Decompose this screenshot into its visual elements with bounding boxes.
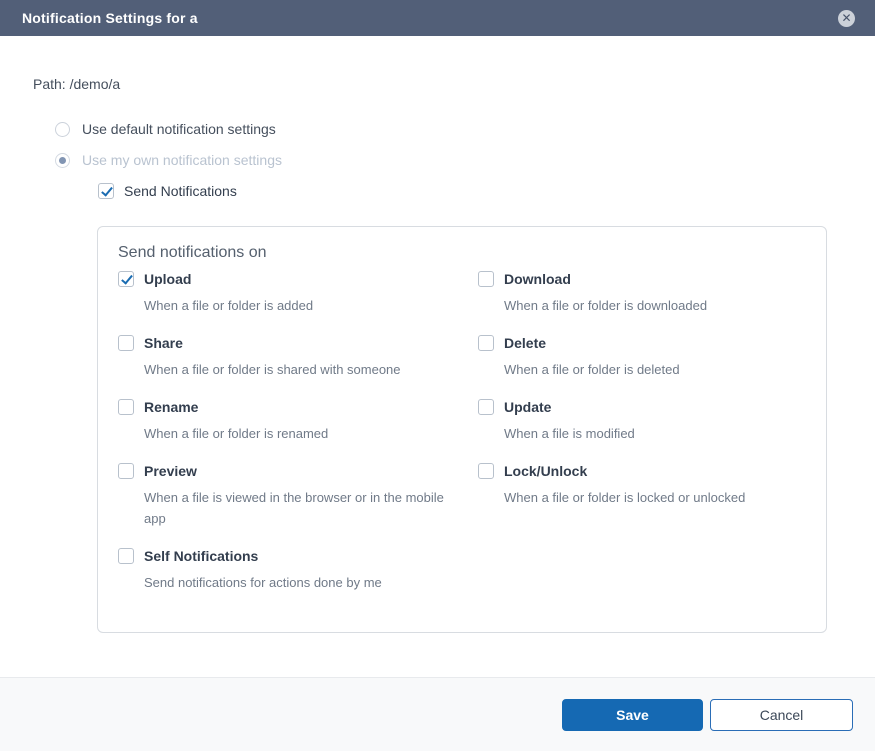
checkbox-icon[interactable] <box>118 463 134 480</box>
dialog-footer: Save Cancel <box>0 677 875 751</box>
notify-item-description: When a file or folder is locked or unloc… <box>504 490 746 506</box>
dialog-title: Notification Settings for a <box>22 10 198 26</box>
notify-item-share: Share When a file or folder is shared wi… <box>118 335 478 380</box>
checkbox-icon[interactable] <box>478 271 494 287</box>
cancel-button[interactable]: Cancel <box>710 698 853 731</box>
notify-item-row[interactable]: Rename <box>118 399 463 416</box>
notify-item-row[interactable]: Lock/Unlock <box>478 463 791 480</box>
radio-use-own-settings[interactable]: Use my own notification settings <box>55 152 875 168</box>
save-button[interactable]: Save <box>562 698 703 731</box>
panel-title: Send notifications on <box>118 244 267 261</box>
dialog-body: Path: /demo/a Use default notification s… <box>0 36 875 633</box>
radio-label: Use my own notification settings <box>82 152 282 168</box>
radio-icon[interactable] <box>55 121 70 137</box>
notify-item-description: When a file or folder is downloaded <box>504 298 708 313</box>
radio-icon[interactable] <box>55 152 70 168</box>
checkbox-icon[interactable] <box>478 335 494 352</box>
settings-mode-radio-group: Use default notification settings Use my… <box>55 121 875 168</box>
radio-use-default-settings[interactable]: Use default notification settings <box>55 121 875 137</box>
radio-label: Use default notification settings <box>82 121 276 137</box>
notify-item-upload: Upload When a file or folder is added <box>118 271 478 316</box>
send-notifications-label: Send Notifications <box>124 183 237 199</box>
checkbox-icon[interactable] <box>118 335 134 352</box>
notify-item-description: When a file or folder is shared with som… <box>144 362 401 378</box>
notify-item-label: Preview <box>144 463 197 480</box>
notify-item-rename: Rename When a file or folder is renamed <box>118 399 478 444</box>
notify-item-description: When a file is modified <box>504 426 635 442</box>
notify-item-label: Update <box>504 399 552 416</box>
notify-item-label: Self Notifications <box>144 547 259 564</box>
notifications-panel: Send notifications on Upload When a file… <box>97 226 827 633</box>
dialog-header: Notification Settings for a ✕ <box>0 0 875 36</box>
notify-item-lock-unlock: Lock/Unlock When a file or folder is loc… <box>478 463 806 528</box>
notify-item-label: Lock/Unlock <box>504 463 588 480</box>
notify-item-self-notifications: Self Notifications Send notifications fo… <box>118 547 478 593</box>
checkbox-icon[interactable] <box>478 463 494 480</box>
checkbox-icon[interactable] <box>118 271 134 287</box>
notify-item-label: Share <box>144 335 183 352</box>
notify-item-row[interactable]: Update <box>478 399 791 416</box>
send-notifications-checkbox-row[interactable]: Send Notifications <box>98 183 875 199</box>
notify-item-row[interactable]: Upload <box>118 271 463 287</box>
notify-item-description: When a file is viewed in the browser or … <box>144 490 444 526</box>
notify-item-row[interactable]: Share <box>118 335 463 352</box>
notify-item-preview: Preview When a file is viewed in the bro… <box>118 463 478 528</box>
notify-item-row[interactable]: Download <box>478 271 791 287</box>
notify-item-row[interactable]: Self Notifications <box>118 547 463 564</box>
notify-item-download: Download When a file or folder is downlo… <box>478 271 806 316</box>
checkbox-icon[interactable] <box>478 399 494 416</box>
notify-item-description: When a file or folder is deleted <box>504 362 680 378</box>
notify-item-label: Upload <box>144 271 192 287</box>
checkbox-icon[interactable] <box>118 547 134 564</box>
notify-item-description: Send notifications for actions done by m… <box>144 574 382 590</box>
path-label: Path: /demo/a <box>33 76 121 92</box>
notification-options-grid: Upload When a file or folder is added Do… <box>118 271 806 612</box>
checkbox-icon[interactable] <box>118 399 134 416</box>
notify-item-row[interactable]: Delete <box>478 335 791 352</box>
close-icon[interactable]: ✕ <box>838 9 855 27</box>
notify-item-update: Update When a file is modified <box>478 399 806 444</box>
notify-item-label: Download <box>504 271 571 287</box>
notify-item-label: Delete <box>504 335 547 352</box>
notify-item-label: Rename <box>144 399 199 416</box>
notify-item-description: When a file or folder is added <box>144 298 314 313</box>
notify-item-delete: Delete When a file or folder is deleted <box>478 335 806 380</box>
checkbox-icon[interactable] <box>98 183 114 199</box>
notify-item-row[interactable]: Preview <box>118 463 463 480</box>
notify-item-description: When a file or folder is renamed <box>144 426 329 442</box>
